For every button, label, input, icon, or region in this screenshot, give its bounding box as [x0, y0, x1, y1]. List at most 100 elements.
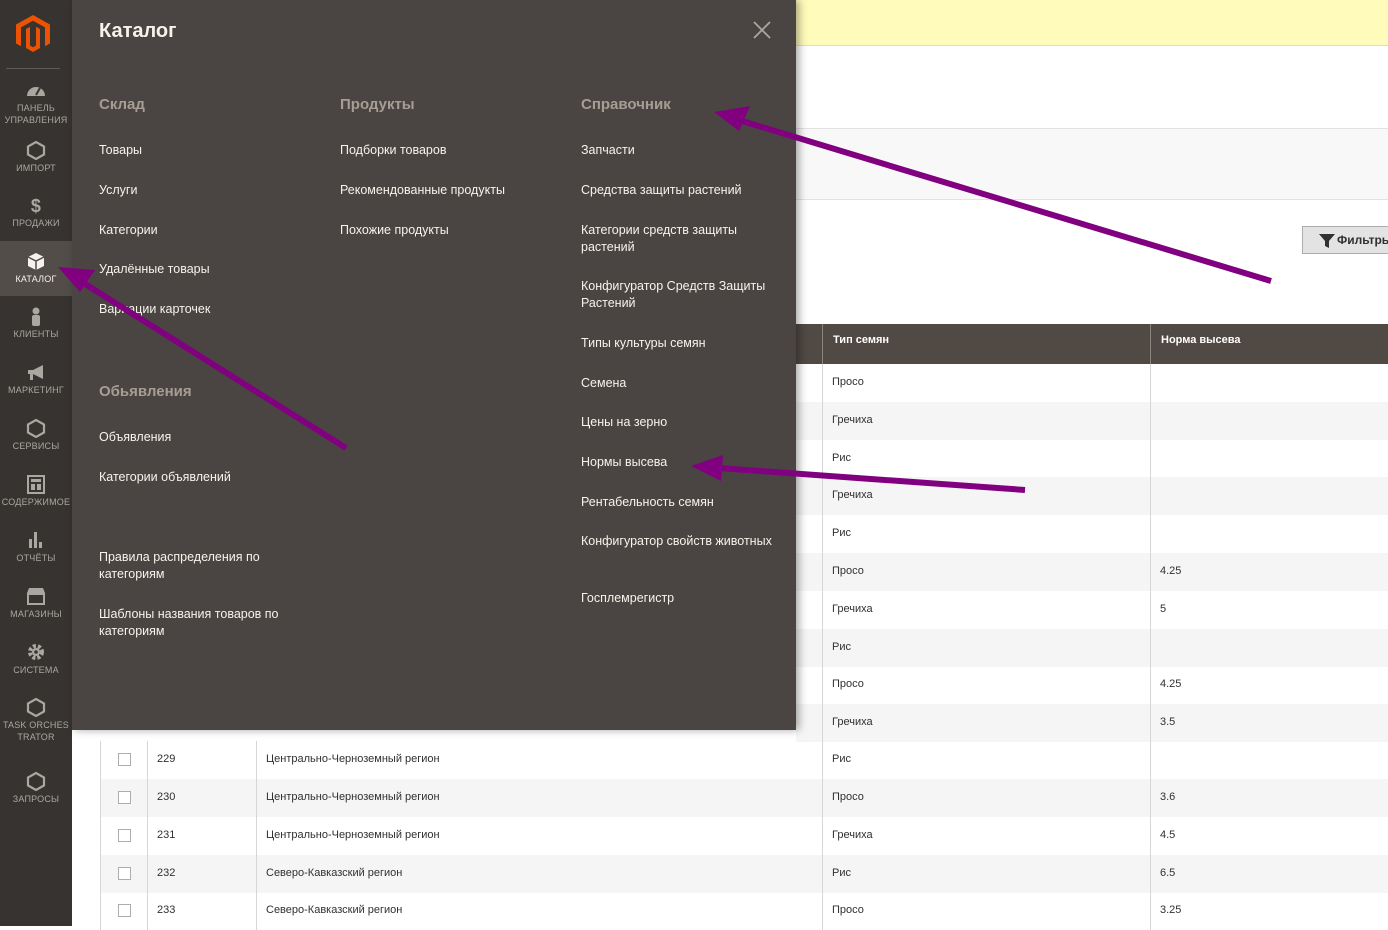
dashboard-icon	[27, 87, 45, 96]
menu-link-obyavleniya[interactable]: Объявления	[99, 429, 299, 446]
hexagon-icon	[26, 771, 46, 791]
cell-select	[100, 892, 147, 930]
menu-link-spravochnik[interactable]: Конфигуратор свойств животных	[581, 533, 776, 550]
row-checkbox[interactable]	[118, 791, 131, 804]
cell-seeding-rate	[1150, 629, 1388, 667]
sidebar-item-11[interactable]: TASK ORCHESTRATOR	[0, 697, 72, 757]
row-checkbox[interactable]	[118, 829, 131, 842]
table-row[interactable]: Просо 4.25	[796, 553, 1388, 591]
hexagon-icon	[26, 140, 46, 160]
menu-link-sklad[interactable]: Категории	[99, 222, 299, 239]
table-row[interactable]: Просо 4.25	[796, 666, 1388, 704]
sidebar-item-12[interactable]: ЗАПРОСЫ	[0, 771, 72, 811]
menu-link-obyavleniya[interactable]: Категории объявлений	[99, 469, 299, 486]
sidebar-item-6[interactable]: СЕРВИСЫ	[0, 418, 72, 458]
menu-link-extra[interactable]: Правила распределения по категориям	[99, 549, 299, 583]
cell-seeding-rate	[1150, 402, 1388, 440]
menu-link-spravochnik[interactable]: Рентабельность семян	[581, 494, 776, 511]
row-checkbox[interactable]	[118, 904, 131, 917]
cell-id: 233	[147, 892, 256, 930]
table-row[interactable]: Рис	[796, 440, 1388, 478]
cell-seed-type: Просо	[822, 666, 1150, 704]
magento-logo[interactable]	[16, 15, 50, 53]
cell-seed-type: Гречиха	[822, 591, 1150, 629]
sidebar-item-label: ПРОДАЖИ	[12, 218, 60, 228]
filters-button[interactable]: Фильтры	[1302, 226, 1388, 254]
sidebar-item-label: КЛИЕНТЫ	[13, 329, 59, 339]
section-title-produkty: Продукты	[340, 96, 415, 113]
store-icon	[27, 588, 45, 605]
sidebar-item-label: ЗАПРОСЫ	[12, 794, 60, 804]
box-icon	[27, 253, 45, 270]
sidebar-item-label: ОТЧЁТЫ	[16, 553, 56, 563]
table-row[interactable]: 233 Северо-Кавказский регион Просо 3.25	[100, 892, 1388, 930]
megaphone-icon	[28, 365, 43, 380]
funnel-icon	[1319, 234, 1335, 248]
table-row[interactable]: Гречиха 3.5	[796, 704, 1388, 742]
cell-region: Центрально-Черноземный регион	[256, 817, 822, 855]
cell-id: 229	[147, 741, 256, 779]
hexagon-icon	[26, 697, 46, 717]
cell-select	[100, 779, 147, 817]
cell-seed-type: Рис	[822, 855, 1150, 893]
dollar-icon: $	[31, 196, 41, 215]
table-row[interactable]: Просо	[796, 364, 1388, 402]
sidebar-item-2[interactable]: $ ПРОДАЖИ	[0, 195, 72, 235]
menu-link-sklad[interactable]: Вариации карточек	[99, 301, 299, 318]
sidebar-item-4[interactable]: КЛИЕНТЫ	[0, 306, 72, 346]
catalog-flyout: Каталог Склад Продукты Справочник Обьявл…	[72, 0, 796, 730]
table-row[interactable]: Гречиха	[796, 477, 1388, 515]
cell-seed-type: Просо	[822, 364, 1150, 402]
row-checkbox[interactable]	[118, 867, 131, 880]
cell-seeding-rate: 4.25	[1150, 553, 1388, 591]
menu-link-spravochnik[interactable]: Цены на зерно	[581, 414, 776, 431]
menu-link-spravochnik[interactable]: Семена	[581, 375, 776, 392]
cell-seeding-rate	[1150, 515, 1388, 553]
cell-seed-type: Просо	[822, 892, 1150, 930]
menu-link-spravochnik[interactable]: Запчасти	[581, 142, 776, 159]
menu-link-spravochnik[interactable]: Средства защиты растений	[581, 182, 776, 199]
menu-link-spravochnik[interactable]: Нормы высева	[581, 454, 776, 471]
cell-seed-type: Гречиха	[822, 704, 1150, 742]
flyout-title: Каталог	[99, 20, 177, 42]
hexagon-icon	[26, 418, 46, 438]
table-row[interactable]: 230 Центрально-Черноземный регион Просо 3.6	[100, 779, 1388, 817]
table-row[interactable]: Гречиха 5	[796, 591, 1388, 629]
menu-link-sklad[interactable]: Товары	[99, 142, 299, 159]
row-checkbox[interactable]	[118, 753, 131, 766]
column-header-seed-type[interactable]: Тип семян	[822, 324, 1150, 364]
menu-link-produkty[interactable]: Рекомендованные продукты	[340, 182, 540, 199]
sidebar-item-label: ИМПОРТ	[16, 163, 56, 173]
close-icon[interactable]	[752, 20, 772, 40]
sidebar-item-7[interactable]: СОДЕРЖИМОЕ	[0, 474, 72, 514]
column-header-seeding-rate[interactable]: Норма высева	[1150, 324, 1388, 364]
cell-region: Центрально-Черноземный регион	[256, 741, 822, 779]
table-row[interactable]: Гречиха	[796, 402, 1388, 440]
menu-link-spravochnik[interactable]: Типы культуры семян	[581, 335, 776, 352]
sidebar-item-9[interactable]: МАГАЗИНЫ	[0, 586, 72, 626]
menu-link-produkty[interactable]: Подборки товаров	[340, 142, 540, 159]
table-row[interactable]: 229 Центрально-Черноземный регион Рис	[100, 741, 1388, 779]
sidebar-item-0[interactable]: ПАНЕЛЬ УПРАВЛЕНИЯ	[0, 80, 72, 125]
table-row[interactable]: Рис	[796, 629, 1388, 667]
sidebar-item-10[interactable]: СИСТЕМА	[0, 642, 72, 682]
sidebar-item-5[interactable]: МАРКЕТИНГ	[0, 362, 72, 402]
table-row[interactable]: Рис	[796, 515, 1388, 553]
menu-link-spravochnik[interactable]: Конфигуратор Средств Защиты Растений	[581, 278, 776, 312]
cell-seeding-rate: 5	[1150, 591, 1388, 629]
admin-sidebar: ПАНЕЛЬ УПРАВЛЕНИЯ ИМПОРТ $ ПРОДАЖИ КАТАЛОГ КЛ…	[0, 0, 72, 926]
menu-link-spravochnik[interactable]: Госплемрегистр	[581, 590, 776, 607]
cell-seeding-rate	[1150, 364, 1388, 402]
sidebar-item-1[interactable]: ИМПОРТ	[0, 140, 72, 180]
menu-link-spravochnik[interactable]: Категории средств защиты растений	[581, 222, 776, 256]
sidebar-item-3[interactable]: КАТАЛОГ	[0, 241, 72, 296]
menu-link-produkty[interactable]: Похожие продукты	[340, 222, 540, 239]
menu-link-sklad[interactable]: Удалённые товары	[99, 261, 299, 278]
menu-link-extra[interactable]: Шаблоны названия товаров по категориям	[99, 606, 299, 640]
table-row[interactable]: 231 Центрально-Черноземный регион Гречиха 4…	[100, 817, 1388, 855]
cell-seed-type: Гречиха	[822, 402, 1150, 440]
menu-link-sklad[interactable]: Услуги	[99, 182, 299, 199]
section-title-spravochnik: Справочник	[581, 96, 671, 113]
table-row[interactable]: 232 Северо-Кавказский регион Рис 6.5	[100, 855, 1388, 893]
sidebar-item-8[interactable]: ОТЧЁТЫ	[0, 530, 72, 570]
